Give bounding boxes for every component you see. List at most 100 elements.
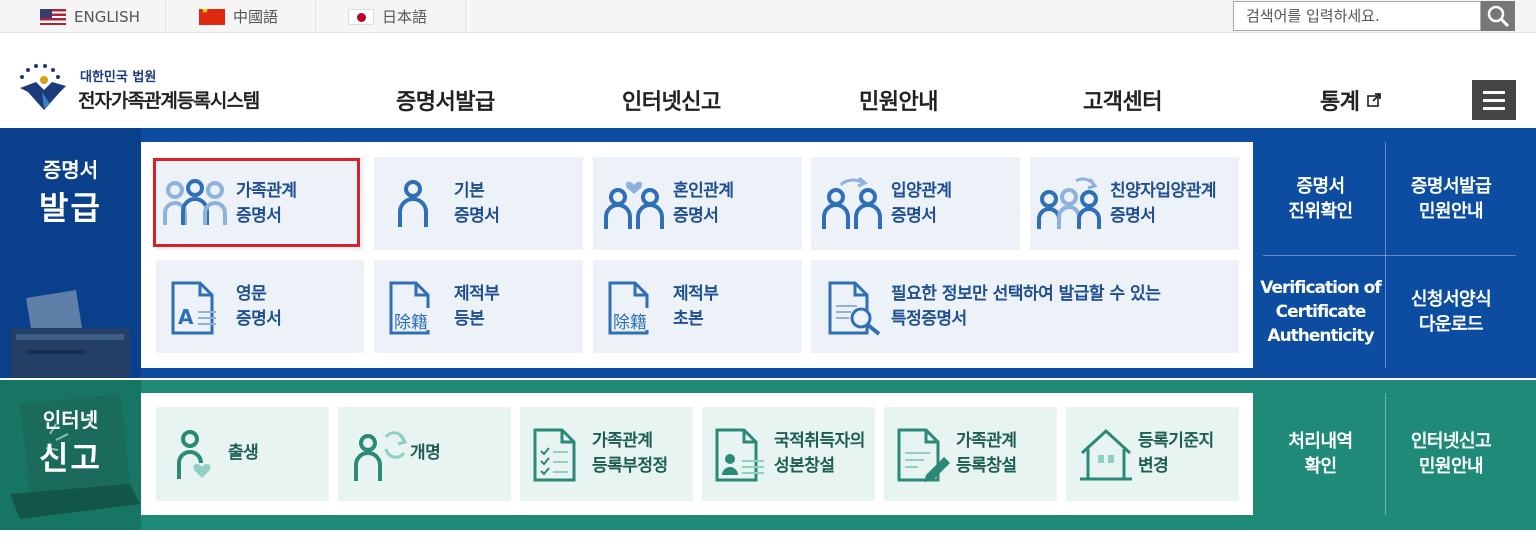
external-link-icon bbox=[1366, 93, 1381, 107]
tile-label-line1: 가족관계 bbox=[956, 431, 1017, 451]
search-input[interactable] bbox=[1233, 1, 1481, 31]
link-cert-authenticity[interactable]: 증명서진위확인 bbox=[1256, 142, 1385, 255]
tile-specific-cert[interactable]: 필요한 정보만 선택하여 발급할 수 있는 특정증명서 bbox=[811, 260, 1239, 353]
tile-label: 제적부 등본 bbox=[454, 282, 500, 332]
removed-register-stamp: 除籍 bbox=[613, 313, 647, 333]
tile-label-line1: 영문 bbox=[236, 284, 267, 304]
link-cert-civil-guide[interactable]: 증명서발급 민원안내 bbox=[1386, 142, 1516, 255]
hamburger-line bbox=[1483, 98, 1505, 102]
family-arrow-icon bbox=[1037, 177, 1101, 229]
report-side: 인터넷 신고 bbox=[0, 380, 141, 530]
nav-statistics[interactable]: 통계 bbox=[1320, 84, 1381, 116]
search-icon bbox=[1487, 5, 1510, 28]
lang-japanese[interactable]: 日本語 bbox=[316, 0, 466, 33]
tile-label: 개명 bbox=[410, 441, 441, 466]
person-icon bbox=[398, 180, 428, 227]
link-form-download[interactable]: 신청서양식다운로드 bbox=[1386, 256, 1516, 368]
document-search-icon bbox=[828, 281, 881, 336]
tile-label-line1: 등록기준지 bbox=[1138, 431, 1214, 451]
tile-label: 가족관계 등록창설 bbox=[956, 429, 1017, 479]
tile-label-line1: 혼인관계 bbox=[673, 181, 734, 201]
tile-label-line1: 입양관계 bbox=[891, 181, 952, 201]
nav-civil-guide[interactable]: 민원안내 bbox=[859, 84, 938, 116]
tile-removed-register-copy[interactable]: 除籍 제적부 등본 bbox=[374, 260, 583, 353]
certificate-side-title: 증명서 발급 bbox=[0, 154, 141, 229]
tile-label: 혼인관계 증명서 bbox=[673, 179, 734, 229]
tile-registration-base-change[interactable]: 등록기준지 변경 bbox=[1066, 407, 1239, 501]
tile-label: 출생 bbox=[228, 441, 259, 466]
tile-label-line2: 특정증명서 bbox=[891, 309, 967, 329]
tile-label: 등록기준지 변경 bbox=[1138, 429, 1214, 479]
tile-label-line2: 초본 bbox=[673, 309, 704, 329]
house-icon bbox=[1080, 428, 1132, 481]
tile-label-line2: 성본창설 bbox=[774, 456, 835, 476]
tile-label-line2: 증명서 bbox=[1110, 206, 1156, 226]
link-line: Verification of bbox=[1260, 278, 1381, 298]
link-line: 증명서 bbox=[1296, 175, 1345, 197]
side-title-line1: 증명서 bbox=[42, 158, 99, 182]
removed-register-stamp: 除籍 bbox=[394, 313, 428, 333]
tile-label-line2: 등록부정정 bbox=[592, 456, 668, 476]
tile-label-line1: 가족관계 bbox=[592, 431, 653, 451]
person-refresh-icon bbox=[354, 431, 408, 481]
certificate-side: 증명서 발급 bbox=[0, 128, 141, 378]
nav-certificate-issue[interactable]: 증명서발급 bbox=[396, 84, 495, 116]
lang-label: 日本語 bbox=[382, 8, 428, 26]
tile-register-creation[interactable]: 가족관계 등록창설 bbox=[884, 407, 1057, 501]
selected-tile-highlight bbox=[153, 158, 360, 247]
link-line: 다운로드 bbox=[1418, 314, 1484, 335]
link-line: 신청서양식 bbox=[1410, 289, 1492, 310]
cn-flag-icon bbox=[199, 8, 225, 25]
document-pen-icon bbox=[897, 428, 950, 482]
tile-removed-register-abstract[interactable]: 除籍 제적부 초본 bbox=[593, 260, 802, 353]
tile-label-line2: 등록창설 bbox=[956, 456, 1017, 476]
tile-birth[interactable]: 출생 bbox=[156, 407, 329, 501]
link-verification-en[interactable]: Verification of Certificate Authenticity bbox=[1256, 256, 1385, 368]
tile-label: 영문 증명서 bbox=[236, 282, 282, 332]
tile-register-correction[interactable]: 가족관계 등록부정정 bbox=[520, 407, 693, 501]
svg-text:A: A bbox=[178, 305, 194, 329]
hamburger-line bbox=[1483, 106, 1505, 110]
logo-title: 전자가족관계등록시스템 bbox=[78, 90, 260, 112]
tile-label-line1: 친양자입양관계 bbox=[1110, 181, 1216, 201]
tile-label-line2: 증명서 bbox=[236, 309, 282, 329]
link-line: 민원안내 bbox=[1418, 200, 1484, 222]
lang-label: 中國語 bbox=[233, 8, 279, 26]
court-emblem-icon bbox=[20, 64, 66, 110]
nav-customer-center[interactable]: 고객센터 bbox=[1083, 84, 1162, 116]
tile-naturalized-surname[interactable]: 국적취득자의 성본창설 bbox=[702, 407, 875, 501]
checklist-document-icon bbox=[533, 428, 576, 482]
id-document-icon bbox=[715, 428, 764, 482]
tile-full-adoption-cert[interactable]: 친양자입양관계 증명서 bbox=[1030, 157, 1239, 250]
tile-label-line1: 국적취득자의 bbox=[774, 431, 865, 451]
couple-heart-icon bbox=[604, 181, 664, 229]
link-line: 확인 bbox=[1304, 456, 1337, 477]
side-title-line2: 신고 bbox=[39, 439, 102, 477]
search-button[interactable] bbox=[1481, 1, 1515, 31]
hamburger-menu-button[interactable] bbox=[1472, 80, 1516, 120]
link-line: Authenticity bbox=[1267, 326, 1374, 346]
baby-heart-icon bbox=[177, 430, 211, 479]
lang-label: ENGLISH bbox=[74, 7, 140, 26]
lang-chinese[interactable]: 中國語 bbox=[166, 0, 316, 33]
tile-marriage-cert[interactable]: 혼인관계 증명서 bbox=[593, 157, 802, 250]
printer-icon bbox=[10, 290, 130, 378]
link-line: Certificate bbox=[1275, 302, 1367, 322]
tile-english-cert[interactable]: A 영문 증명서 bbox=[156, 260, 364, 353]
tile-basic-cert[interactable]: 기본 증명서 bbox=[374, 157, 583, 250]
tile-name-change[interactable]: 개명 bbox=[338, 407, 511, 501]
tile-label: 가족관계 등록부정정 bbox=[592, 429, 668, 479]
link-line: 민원안내 bbox=[1418, 456, 1484, 477]
link-report-civil-guide[interactable]: 인터넷신고민원안내 bbox=[1386, 393, 1516, 515]
english-document-icon: A bbox=[171, 281, 216, 335]
nav-internet-report[interactable]: 인터넷신고 bbox=[622, 84, 721, 116]
tile-adoption-cert[interactable]: 입양관계 증명서 bbox=[811, 157, 1020, 250]
hamburger-line bbox=[1483, 90, 1505, 94]
link-line: 진위확인 bbox=[1288, 200, 1353, 222]
tile-label: 필요한 정보만 선택하여 발급할 수 있는 특정증명서 bbox=[891, 282, 1161, 332]
link-line: 인터넷신고 bbox=[1410, 431, 1492, 452]
lang-english[interactable]: ENGLISH bbox=[0, 0, 166, 33]
site-logo[interactable]: 대한민국 법원 전자가족관계등록시스템 bbox=[14, 62, 284, 116]
tile-label: 입양관계 증명서 bbox=[891, 179, 952, 229]
link-process-history[interactable]: 처리내역 확인 bbox=[1256, 393, 1385, 515]
